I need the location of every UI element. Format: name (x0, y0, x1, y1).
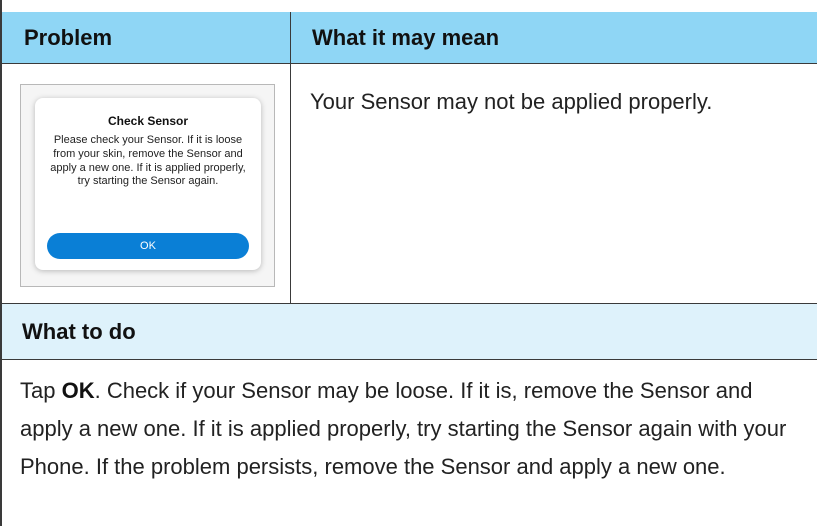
dialog-title: Check Sensor (107, 114, 189, 128)
what-to-do-header: What to do (2, 303, 817, 360)
what-to-do-instructions: Tap OK. Check if your Sensor may be loos… (20, 372, 810, 486)
meaning-text: Your Sensor may not be applied properly. (310, 89, 713, 114)
table-header-row: Problem What it may mean (2, 12, 817, 64)
what-to-do-label: What to do (22, 318, 136, 344)
problem-screenshot: Check Sensor Please check your Sensor. I… (20, 84, 275, 287)
dialog-ok-button[interactable]: OK (47, 233, 249, 259)
tap-prefix: Tap (20, 378, 62, 403)
dialog-message: Please check your Sensor. If it is loose… (50, 134, 246, 188)
meaning-column-header: What it may mean (312, 24, 500, 50)
column-divider (290, 12, 291, 303)
check-sensor-dialog: Check Sensor Please check your Sensor. I… (35, 98, 261, 270)
instructions-text: . Check if your Sensor may be loose. If … (20, 378, 787, 479)
tap-target-ok: OK (61, 378, 95, 403)
problem-column-header: Problem (24, 24, 113, 50)
